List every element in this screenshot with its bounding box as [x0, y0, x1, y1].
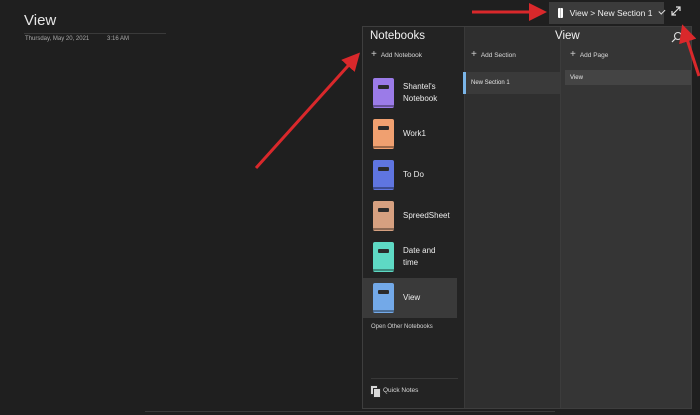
notebook-label: Date and time — [403, 246, 436, 267]
notebooks-panel: Notebooks + Add Notebook Shantel's Noteb… — [362, 26, 692, 409]
add-notebook-button[interactable]: + Add Notebook — [371, 50, 422, 60]
notebook-icon — [373, 119, 394, 149]
section-selected-marker — [463, 72, 466, 94]
plus-icon: + — [471, 49, 477, 60]
notebook-item-shantels-notebook[interactable]: Shantel's Notebook — [363, 73, 457, 113]
divider — [371, 378, 458, 379]
notebooks-heading: Notebooks — [370, 30, 425, 42]
notebook-label: View — [403, 293, 421, 302]
page-time: 3:16 AM — [107, 36, 130, 42]
notebook-item-view[interactable]: View — [363, 278, 457, 318]
open-other-notebooks-link[interactable]: Open Other Notebooks — [371, 324, 433, 330]
pages-column: + Add Page View — [560, 27, 691, 408]
title-underline — [24, 33, 166, 34]
page-title: View — [24, 12, 57, 29]
notebook-label: To Do — [403, 170, 424, 179]
notebook-item-work1[interactable]: Work1 — [363, 114, 457, 154]
add-notebook-label: Add Notebook — [380, 51, 423, 59]
chevron-down-icon — [658, 7, 666, 15]
add-page-button[interactable]: + Add Page — [570, 50, 608, 60]
notebook-navigation-button[interactable]: View > New Section 1 — [549, 2, 666, 24]
notebook-icon — [373, 78, 394, 108]
quick-notes-label: Quick Notes — [383, 387, 419, 394]
notebook-icon — [373, 160, 394, 190]
add-section-button[interactable]: + Add Section — [471, 50, 516, 60]
quick-notes-button[interactable]: Quick Notes — [370, 385, 419, 398]
add-section-label: Add Section — [480, 51, 516, 59]
notebook-label: Work1 — [403, 129, 426, 138]
section-label: New Section 1 — [471, 80, 510, 86]
notebooks-column: Notebooks + Add Notebook Shantel's Noteb… — [363, 27, 464, 408]
plus-icon: + — [570, 49, 576, 60]
view-heading: View — [555, 30, 580, 42]
navigation-label: View > New Section 1 — [569, 8, 653, 18]
notebook-icon — [558, 8, 563, 18]
notebook-label: SpreedSheet — [403, 211, 450, 220]
notebook-icon — [373, 242, 394, 272]
notebook-item-to-do[interactable]: To Do — [363, 155, 457, 195]
section-item[interactable]: New Section 1 — [463, 72, 560, 94]
expand-icon[interactable] — [669, 4, 683, 18]
notebook-icon — [373, 201, 394, 231]
bottom-divider — [145, 411, 555, 412]
add-page-label: Add Page — [579, 51, 609, 59]
page-date: Thursday, May 20, 2021 — [25, 36, 90, 42]
page-label: View — [570, 74, 583, 81]
plus-icon: + — [371, 49, 377, 60]
notebook-label: Shantel's Notebook — [403, 82, 438, 103]
quick-notes-icon — [370, 385, 381, 398]
notebook-item-date-and-time[interactable]: Date and time — [363, 237, 457, 277]
page-item[interactable]: View — [565, 70, 691, 85]
notebook-item-spreedsheet[interactable]: SpreedSheet — [363, 196, 457, 236]
search-icon[interactable] — [671, 31, 683, 43]
sections-column: + Add Section New Section 1 — [463, 27, 560, 408]
notebook-icon — [373, 283, 394, 313]
annotation-arrow — [254, 52, 361, 170]
